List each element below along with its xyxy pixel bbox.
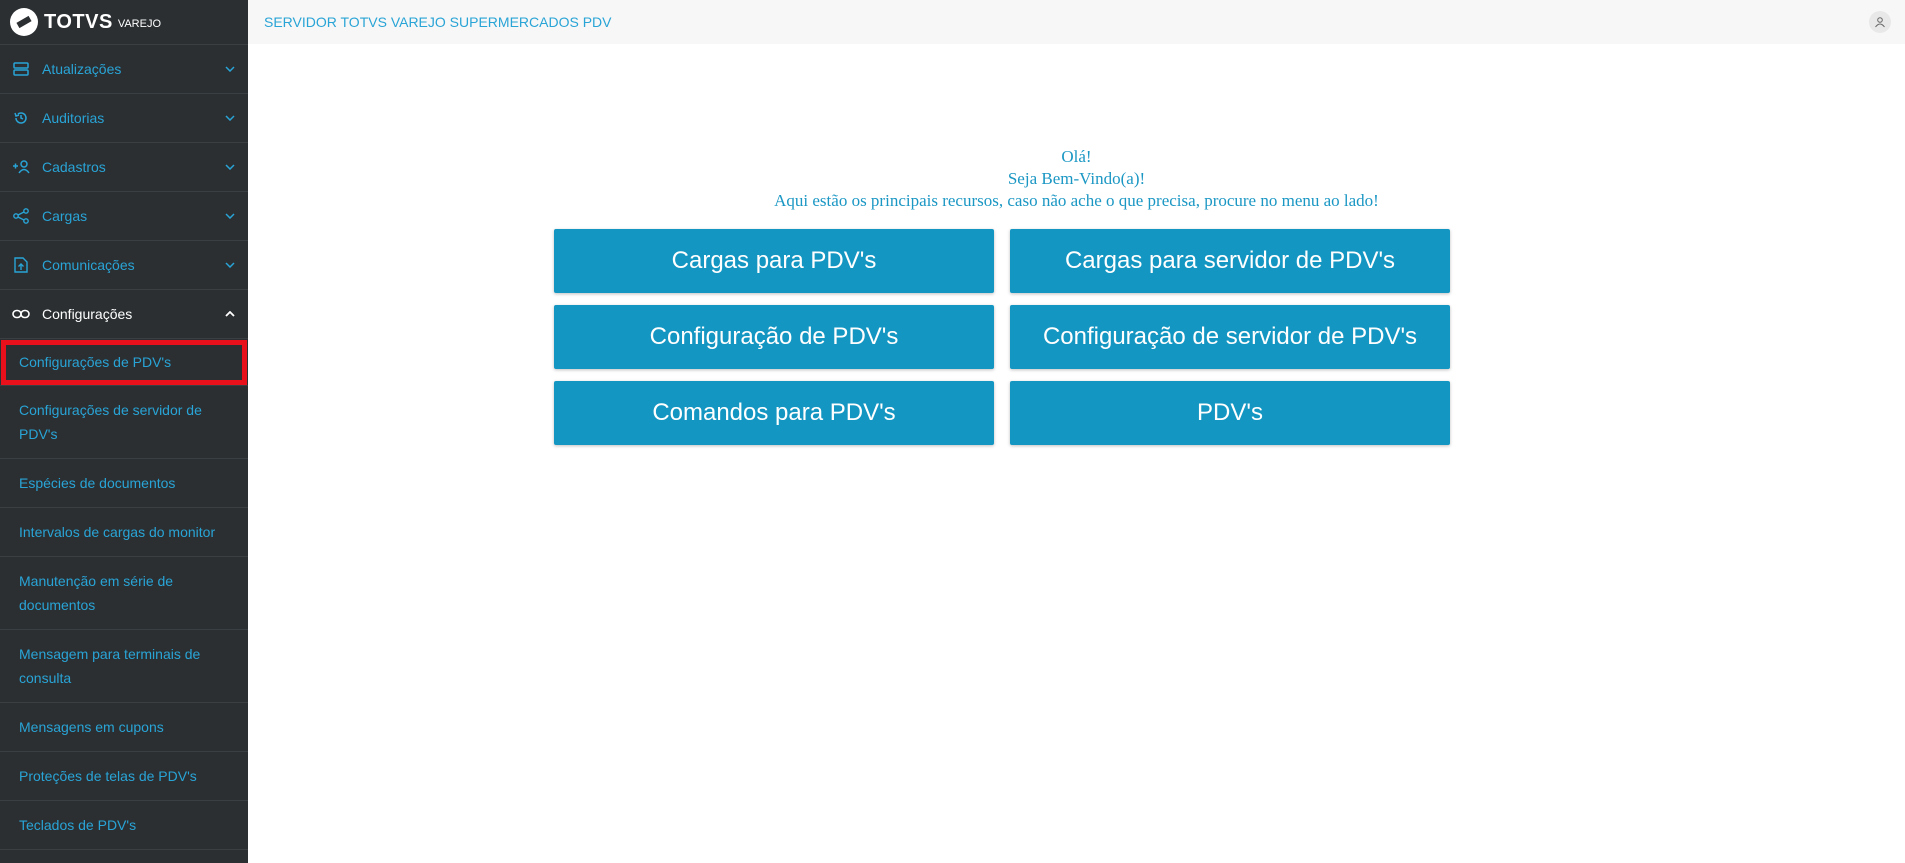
sidebar: TOTVS VAREJO Atualizações Auditorias Cad… xyxy=(0,0,248,863)
chevron-down-icon xyxy=(224,210,236,222)
cargas-servidor-pdvs-button[interactable]: Cargas para servidor de PDV's xyxy=(1010,229,1450,293)
menu-comunicacoes[interactable]: Comunicações xyxy=(0,241,248,290)
logo[interactable]: TOTVS VAREJO xyxy=(0,0,248,45)
submenu-item-mensagem-terminais[interactable]: Mensagem para terminais de consulta xyxy=(0,630,248,703)
totvs-logo-icon xyxy=(10,8,38,36)
submenu-item-manutencao-serie[interactable]: Manutenção em série de documentos xyxy=(0,557,248,630)
link-icon xyxy=(12,305,30,323)
menu-atualizacoes[interactable]: Atualizações xyxy=(0,45,248,94)
pdvs-button[interactable]: PDV's xyxy=(1010,381,1450,445)
comandos-pdvs-button[interactable]: Comandos para PDV's xyxy=(554,381,994,445)
menu-configuracoes[interactable]: Configurações xyxy=(0,290,248,339)
upload-file-icon xyxy=(12,256,30,274)
submenu-item-especies-documentos[interactable]: Espécies de documentos xyxy=(0,459,248,508)
welcome-message: Olá! Seja Bem-Vindo(a)! Aqui estão os pr… xyxy=(248,146,1905,212)
welcome-subtitle: Seja Bem-Vindo(a)! xyxy=(1007,169,1146,188)
user-icon xyxy=(1875,17,1885,28)
submenu-item-intervalos-cargas[interactable]: Intervalos de cargas do monitor xyxy=(0,508,248,557)
welcome-greeting: Olá! xyxy=(1061,147,1092,166)
welcome-hint: Aqui estão os principais recursos, caso … xyxy=(774,191,1379,210)
chevron-down-icon xyxy=(224,259,236,271)
submenu-item-protecoes-telas[interactable]: Proteções de telas de PDV's xyxy=(0,752,248,801)
menu-auditorias[interactable]: Auditorias xyxy=(0,94,248,143)
submenu-item-configuracoes-servidor-pdvs[interactable]: Configurações de servidor de PDV's xyxy=(0,386,248,459)
share-icon xyxy=(12,207,30,225)
configuracao-servidor-pdvs-button[interactable]: Configuração de servidor de PDV's xyxy=(1010,305,1450,369)
brand-sub: VAREJO xyxy=(117,18,162,30)
chevron-down-icon xyxy=(224,112,236,124)
submenu-item-teclados[interactable]: Teclados de PDV's xyxy=(0,801,248,850)
menu-label: Cargas xyxy=(42,208,88,224)
add-user-icon xyxy=(12,158,30,176)
menu-label: Comunicações xyxy=(42,257,135,273)
cargas-pdvs-button[interactable]: Cargas para PDV's xyxy=(554,229,994,293)
history-icon xyxy=(12,109,30,127)
shortcuts-grid: Cargas para PDV's Cargas para servidor d… xyxy=(554,229,1450,445)
menu-label: Cadastros xyxy=(42,159,106,175)
top-bar: SERVIDOR TOTVS VAREJO SUPERMERCADOS PDV xyxy=(248,0,1905,44)
brand-name: TOTVS xyxy=(44,10,113,33)
submenu-item-mensagens-cupons[interactable]: Mensagens em cupons xyxy=(0,703,248,752)
chevron-down-icon xyxy=(224,63,236,75)
configuracao-pdvs-button[interactable]: Configuração de PDV's xyxy=(554,305,994,369)
user-menu-button[interactable] xyxy=(1869,11,1891,33)
chevron-up-icon xyxy=(224,308,236,320)
menu-cadastros[interactable]: Cadastros xyxy=(0,143,248,192)
menu-cargas[interactable]: Cargas xyxy=(0,192,248,241)
menu-label: Atualizações xyxy=(42,61,122,77)
menu-label: Configurações xyxy=(42,306,133,322)
submenu-item-configuracoes-de-pdvs[interactable]: Configurações de PDV's xyxy=(0,339,248,386)
server-icon xyxy=(12,60,30,78)
menu-label: Auditorias xyxy=(42,110,105,126)
chevron-down-icon xyxy=(224,161,236,173)
page-title: SERVIDOR TOTVS VAREJO SUPERMERCADOS PDV xyxy=(264,14,612,30)
